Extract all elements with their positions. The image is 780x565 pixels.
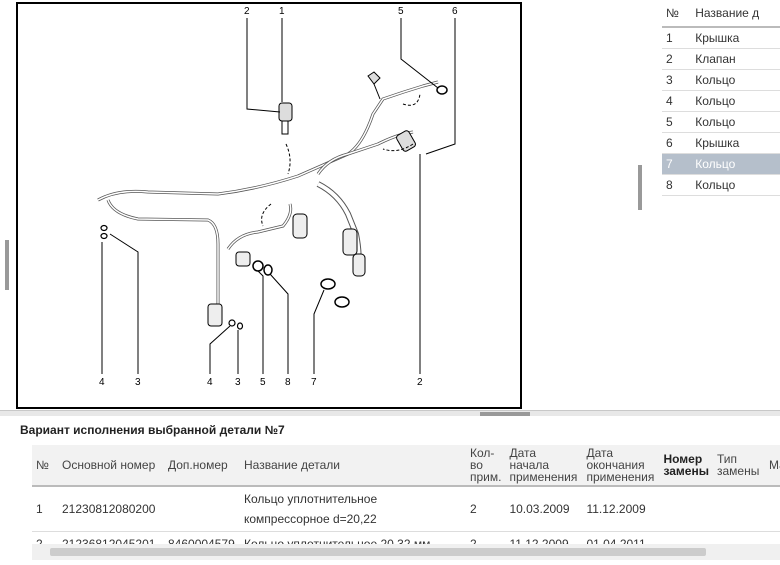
parts-list-panel: № Название д 1 Крышка 2 Клапан 3 Кольцо 4 Ко… [644,0,780,410]
col-header-replacement-number[interactable]: Номер замены [659,445,713,487]
col-header-main-number[interactable]: Основной номер [58,445,164,487]
variant-cell-part-name: Кольцо уплотнительное компрессорное d=20… [240,486,466,532]
col-header-qty[interactable]: Кол-во прим. [466,445,506,487]
variant-cell-main-number: 21230812080200 [58,486,164,532]
parts-row-name: Крышка [691,27,780,49]
parts-row-num: 3 [662,69,692,91]
col-header-name[interactable]: Название д [691,0,780,28]
callout-top-5: 5 [398,6,404,17]
parts-diagram[interactable]: 2 1 5 6 4 3 4 3 5 8 7 2 [16,2,522,409]
parts-row-name: Клапан [691,48,780,70]
parts-row-name: Крышка [691,132,780,154]
parts-row-selected[interactable]: 7 Кольцо [662,153,780,175]
variant-scroll-thumb[interactable] [50,548,706,556]
variant-horizontal-scrollbar[interactable] [32,544,780,560]
parts-row-num: 2 [662,48,692,70]
variant-title: Вариант исполнения выбранной детали №7 [20,423,285,437]
callout-bottom-4a: 4 [99,377,105,388]
variant-cell-add-number [164,486,240,532]
variant-cell-extra [764,486,780,532]
parts-row[interactable]: 5 Кольцо [662,111,780,133]
variant-cell-replacement-number [659,486,713,532]
col-header-date-start[interactable]: Дата начала применения [505,445,583,487]
variant-row[interactable]: 1 21230812080200 Кольцо уплотнительное к… [32,486,780,532]
variant-cell-num: 1 [32,486,58,532]
parts-row-num: 5 [662,111,692,133]
left-splitter-grip[interactable] [5,240,9,290]
variant-cell-date-start: 10.03.2009 [505,486,583,532]
col-header-add-number[interactable]: Доп.номер [164,445,240,487]
parts-table-header: № Название д [662,0,780,28]
callout-bottom-5: 5 [260,377,266,388]
callout-top-1: 1 [279,6,285,17]
parts-row-num: 7 [662,153,692,175]
col-header-date-end[interactable]: Дата окончания применения [582,445,660,487]
callout-bottom-7: 7 [311,377,317,388]
left-splitter[interactable] [0,0,14,410]
col-header-replacement-type[interactable]: Тип замены [712,445,765,487]
parts-row-num: 6 [662,132,692,154]
callout-bottom-2: 2 [417,377,423,388]
parts-row-name: Кольцо [691,69,780,91]
diagram-drawing: 2 1 5 6 4 3 4 3 5 8 7 2 [97,6,458,388]
parts-row-name: Кольцо [691,90,780,112]
col-header-part-name[interactable]: Название детали [240,445,466,487]
col-header-num[interactable]: № [32,445,58,487]
diagram-scroll-thumb[interactable] [638,165,642,210]
variant-table-header: № Основной номер Доп.номер Название дета… [32,445,780,487]
variant-cell-date-end: 11.12.2009 [582,486,660,532]
parts-row[interactable]: 8 Кольцо [662,174,780,196]
col-header-num[interactable]: № [662,0,692,28]
parts-table: № Название д 1 Крышка 2 Клапан 3 Кольцо 4 Ко… [662,0,780,196]
parts-row-num: 4 [662,90,692,112]
callout-bottom-8: 8 [285,377,291,388]
parts-row-num: 8 [662,174,692,196]
diagram-panel: 2 1 5 6 4 3 4 3 5 8 7 2 [0,0,641,410]
callout-top-2: 2 [244,6,250,17]
callout-bottom-3b: 3 [235,377,241,388]
callout-bottom-4b: 4 [207,377,213,388]
parts-row[interactable]: 2 Клапан [662,48,780,70]
parts-row[interactable]: 1 Крышка [662,27,780,49]
variant-table: № Основной номер Доп.номер Название дета… [32,445,780,557]
parts-row-name: Кольцо [691,153,780,175]
parts-row[interactable]: 4 Кольцо [662,90,780,112]
parts-row[interactable]: 3 Кольцо [662,69,780,91]
variant-cell-qty: 2 [466,486,506,532]
parts-row-num: 1 [662,27,692,49]
col-header-extra[interactable]: Ма [764,445,780,487]
variant-cell-replacement-type [712,486,765,532]
callout-top-6: 6 [452,6,458,17]
diagram-vertical-scrollbar[interactable] [636,0,644,410]
parts-row-name: Кольцо [691,174,780,196]
callout-bottom-3a: 3 [135,377,141,388]
parts-row-name: Кольцо [691,111,780,133]
variant-panel: Вариант исполнения выбранной детали №7 №… [0,416,780,565]
parts-row[interactable]: 6 Крышка [662,132,780,154]
